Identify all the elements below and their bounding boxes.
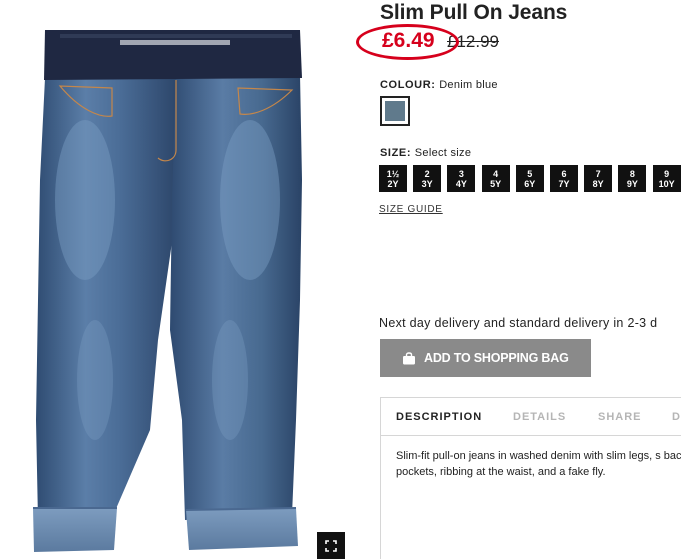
fullscreen-icon [325,539,337,552]
colour-swatch-fill [385,101,405,121]
colour-value: Denim blue [439,79,498,91]
colour-label-heading: COLOUR: [380,79,436,91]
add-to-bag-button[interactable]: ADD TO SHOPPING BAG [380,339,591,377]
size-label-heading: SIZE: [380,147,412,159]
tab-details[interactable]: DETAILS [513,411,566,423]
size-guide-link[interactable]: SIZE GUIDE [379,204,443,215]
size-label: SIZE: Select size [380,147,471,159]
size-option-button[interactable]: 1½ 2Y [379,165,407,192]
size-option-button[interactable]: 7 8Y [584,165,613,192]
add-to-bag-label: ADD TO SHOPPING BAG [424,351,569,365]
shopping-bag-icon [403,351,415,364]
tab-header: DESCRIPTION DETAILS SHARE D [381,398,681,436]
size-option-button[interactable]: 4 5Y [481,165,510,192]
size-option-button[interactable]: 2 3Y [413,165,442,192]
sale-price: £6.49 [382,29,435,52]
product-image[interactable] [0,0,352,559]
product-title: Slim Pull On Jeans [380,1,568,24]
size-option-button[interactable]: 9 10Y [652,165,681,192]
tab-share[interactable]: SHARE [598,411,642,423]
size-value: Select size [414,147,472,159]
size-option-button[interactable]: 5 6Y [515,165,544,192]
delivery-info: Next day delivery and standard delivery … [379,316,658,330]
size-options: 1½ 2Y 2 3Y 3 4Y 4 5Y 5 6Y 6 7Y 7 8Y 8 9Y 9 10Y [379,165,681,192]
size-option-button[interactable]: 3 4Y [447,165,476,192]
jeans-illustration [33,30,302,552]
tab-description[interactable]: DESCRIPTION [396,411,482,423]
colour-swatch[interactable] [380,96,410,126]
original-price: £12.99 [447,32,499,51]
size-option-button[interactable]: 6 7Y [550,165,578,192]
tab-d[interactable]: D [672,411,681,423]
description-text: Slim-fit pull-on jeans in washed denim w… [396,450,681,478]
colour-label: COLOUR: Denim blue [380,79,498,91]
product-tabs: DESCRIPTION DETAILS SHARE D Slim-fit pull-o… [380,397,681,559]
size-option-button[interactable]: 8 9Y [618,165,647,192]
price-row: £6.49 £12.99 [380,29,681,55]
fullscreen-button[interactable] [317,532,345,559]
